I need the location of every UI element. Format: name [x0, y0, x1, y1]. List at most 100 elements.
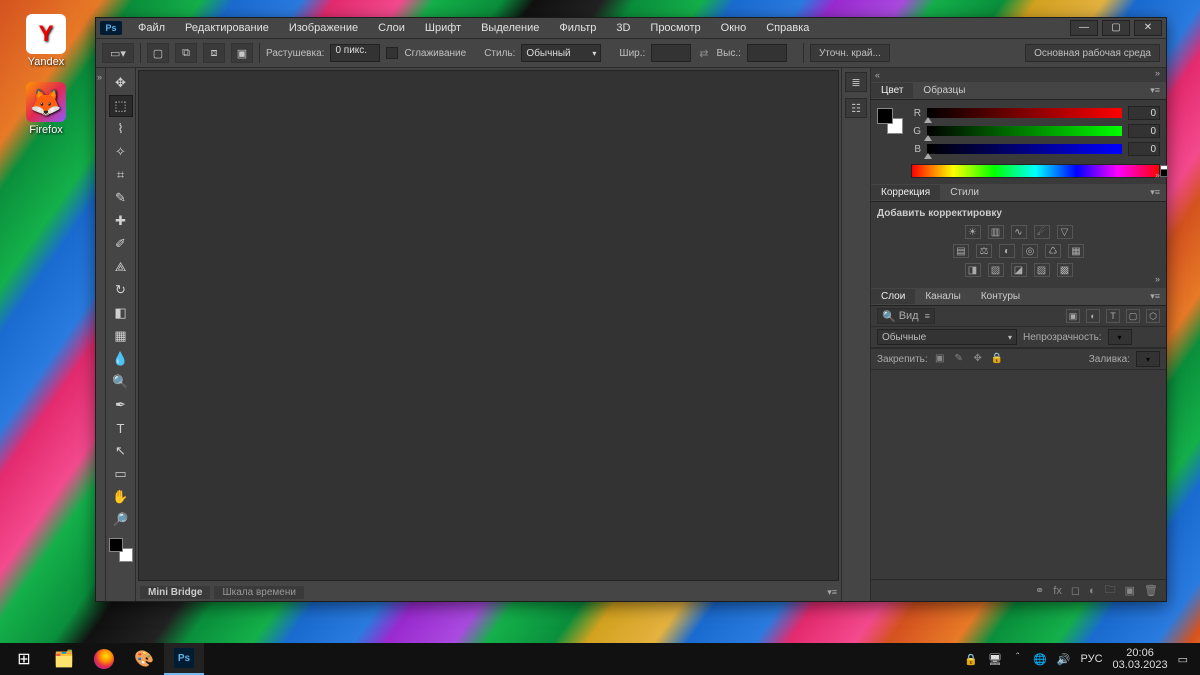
- titlebar[interactable]: Ps Файл Редактирование Изображение Слои …: [96, 18, 1166, 38]
- color-swatch[interactable]: [877, 108, 903, 134]
- menu-3d[interactable]: 3D: [608, 20, 638, 36]
- link-layers-icon[interactable]: ⚭: [1035, 584, 1044, 597]
- selection-add-icon[interactable]: ⧉: [175, 43, 197, 63]
- blend-mode-select[interactable]: Обычные: [877, 329, 1017, 345]
- panel-menu-icon[interactable]: ▾≡: [827, 587, 837, 598]
- tab-mini-bridge[interactable]: Mini Bridge: [140, 586, 210, 599]
- menu-file[interactable]: Файл: [130, 20, 173, 36]
- tab-paths[interactable]: Контуры: [971, 289, 1030, 304]
- tray-clock[interactable]: 20:06 03.03.2023: [1113, 647, 1168, 671]
- panel-menu-icon[interactable]: ▾≡: [1144, 187, 1166, 198]
- panel-menu-icon[interactable]: ▾≡: [1144, 85, 1166, 96]
- taskbar-explorer[interactable]: 🗂️: [44, 643, 84, 675]
- g-value[interactable]: 0: [1128, 124, 1160, 138]
- filter-adjust-icon[interactable]: ◐: [1086, 309, 1100, 323]
- left-dock-strip[interactable]: [96, 68, 106, 601]
- menu-edit[interactable]: Редактирование: [177, 20, 277, 36]
- delete-layer-icon[interactable]: 🗑: [1144, 584, 1158, 597]
- balance-icon[interactable]: ⚖: [976, 244, 992, 258]
- crop-tool-icon[interactable]: ⌗: [109, 164, 133, 186]
- gradient-tool-icon[interactable]: ▦: [109, 325, 133, 347]
- foreground-color-icon[interactable]: [877, 108, 893, 124]
- photo-filter-icon[interactable]: ◎: [1022, 244, 1038, 258]
- exposure-icon[interactable]: ☄: [1034, 225, 1050, 239]
- menu-layer[interactable]: Слои: [370, 20, 413, 36]
- canvas-stage[interactable]: [138, 70, 839, 581]
- tab-channels[interactable]: Каналы: [915, 289, 971, 304]
- lock-pixels-icon[interactable]: ✎: [953, 353, 965, 365]
- menu-filter[interactable]: Фильтр: [551, 20, 604, 36]
- mixer-icon[interactable]: ♺: [1045, 244, 1061, 258]
- tray-notifications-icon[interactable]: ▭: [1178, 653, 1188, 666]
- swap-dimensions-icon[interactable]: ⇄: [699, 47, 708, 60]
- pen-tool-icon[interactable]: ✒: [109, 394, 133, 416]
- minimize-button[interactable]: —: [1070, 20, 1098, 36]
- menu-view[interactable]: Просмотр: [642, 20, 708, 36]
- taskbar-photoshop[interactable]: Ps: [164, 643, 204, 675]
- b-slider[interactable]: [927, 144, 1122, 154]
- stamp-tool-icon[interactable]: ⟁: [109, 256, 133, 278]
- hue-icon[interactable]: ▤: [953, 244, 969, 258]
- tab-color[interactable]: Цвет: [871, 83, 913, 98]
- path-select-tool-icon[interactable]: ↖: [109, 440, 133, 462]
- blur-tool-icon[interactable]: 💧: [109, 348, 133, 370]
- tray-chevron-icon[interactable]: ＾: [1012, 651, 1023, 667]
- tray-screen-icon[interactable]: 🖥: [988, 653, 1002, 666]
- fill-input[interactable]: ▾: [1136, 351, 1160, 367]
- menu-image[interactable]: Изображение: [281, 20, 366, 36]
- r-slider[interactable]: [927, 108, 1122, 118]
- healing-tool-icon[interactable]: ✚: [109, 210, 133, 232]
- brightness-icon[interactable]: ☀: [965, 225, 981, 239]
- properties-panel-icon[interactable]: ☷: [845, 98, 867, 118]
- move-tool-icon[interactable]: ✥: [109, 72, 133, 94]
- feather-input[interactable]: 0 пикс.: [330, 44, 380, 62]
- wand-tool-icon[interactable]: ✧: [109, 141, 133, 163]
- filter-shape-icon[interactable]: ▢: [1126, 309, 1140, 323]
- adjustment-layer-icon[interactable]: ◐: [1089, 585, 1096, 597]
- hand-tool-icon[interactable]: ✋: [109, 486, 133, 508]
- lock-transparent-icon[interactable]: ▣: [934, 353, 946, 365]
- lasso-tool-icon[interactable]: ⌇: [109, 118, 133, 140]
- desktop-icon-firefox[interactable]: Firefox: [14, 82, 78, 136]
- levels-icon[interactable]: ▥: [988, 225, 1004, 239]
- foreground-color-icon[interactable]: [109, 538, 123, 552]
- marquee-tool-icon[interactable]: ⬚: [109, 95, 133, 117]
- new-layer-icon[interactable]: ▣: [1125, 584, 1135, 597]
- dodge-tool-icon[interactable]: 🔍: [109, 371, 133, 393]
- selection-new-icon[interactable]: ▢: [147, 43, 169, 63]
- selection-subtract-icon[interactable]: ⧈: [203, 43, 225, 63]
- refine-edge-button[interactable]: Уточн. край...: [810, 44, 890, 62]
- brush-tool-icon[interactable]: ✐: [109, 233, 133, 255]
- width-input[interactable]: [651, 44, 691, 62]
- tray-language[interactable]: РУС: [1081, 653, 1103, 665]
- history-brush-tool-icon[interactable]: ↻: [109, 279, 133, 301]
- tab-styles[interactable]: Стили: [940, 185, 989, 200]
- menu-select[interactable]: Выделение: [473, 20, 547, 36]
- vibrance-icon[interactable]: ▽: [1057, 225, 1073, 239]
- menu-help[interactable]: Справка: [758, 20, 817, 36]
- antialias-checkbox[interactable]: [386, 47, 398, 59]
- tab-swatches[interactable]: Образцы: [913, 83, 975, 98]
- style-select[interactable]: Обычный: [521, 44, 601, 62]
- tray-usb-icon[interactable]: 🔒: [964, 653, 978, 666]
- filter-pixel-icon[interactable]: ▣: [1066, 309, 1080, 323]
- opacity-input[interactable]: ▾: [1108, 329, 1132, 345]
- zoom-tool-icon[interactable]: 🔎: [109, 509, 133, 531]
- close-button[interactable]: ✕: [1134, 20, 1162, 36]
- active-tool-preset[interactable]: ▭▾: [102, 43, 134, 63]
- curves-icon[interactable]: ∿: [1011, 225, 1027, 239]
- layer-group-icon[interactable]: 🗀: [1105, 581, 1116, 600]
- eyedropper-tool-icon[interactable]: ✎: [109, 187, 133, 209]
- lock-all-icon[interactable]: 🔒: [991, 353, 1003, 365]
- tab-timeline[interactable]: Шкала времени: [214, 586, 303, 599]
- shape-tool-icon[interactable]: ▭: [109, 463, 133, 485]
- taskbar-firefox[interactable]: [84, 643, 124, 675]
- type-tool-icon[interactable]: T: [109, 417, 133, 439]
- panel-menu-icon[interactable]: ▾≡: [1144, 291, 1166, 302]
- color-swatch[interactable]: [109, 538, 133, 562]
- start-button[interactable]: ⊞: [4, 643, 44, 675]
- workspace-button[interactable]: Основная рабочая среда: [1025, 44, 1160, 62]
- tab-layers[interactable]: Слои: [871, 289, 915, 304]
- tray-volume-icon[interactable]: 🔊: [1057, 653, 1071, 666]
- menu-type[interactable]: Шрифт: [417, 20, 469, 36]
